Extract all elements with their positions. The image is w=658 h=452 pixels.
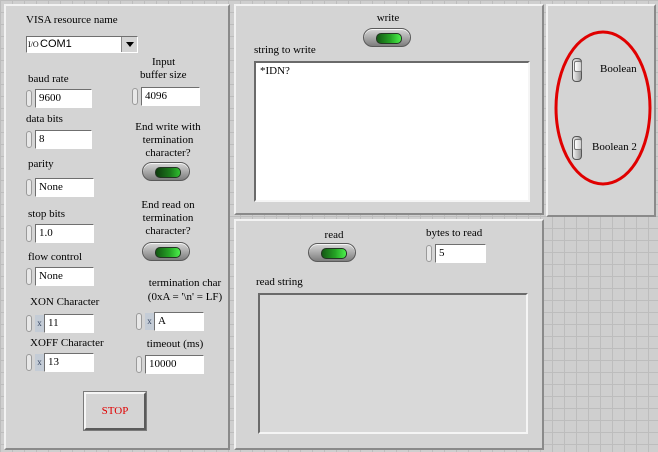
spinner-arrows-icon[interactable]	[24, 314, 34, 333]
boolean-2-label: Boolean 2	[592, 141, 637, 153]
input-buffer-control[interactable]: 4096	[130, 87, 202, 106]
timeout-label: timeout (ms)	[146, 338, 204, 350]
bytes-to-read-label: bytes to read	[426, 227, 483, 239]
read-string-label: read string	[256, 276, 303, 288]
termination-char-label-1: termination char	[148, 277, 222, 289]
flow-control-label: flow control	[28, 251, 83, 263]
end-read-toggle[interactable]	[142, 242, 190, 261]
input-buffer-field[interactable]: 4096	[141, 87, 200, 106]
write-panel: write string to write *IDN?	[234, 4, 544, 215]
baud-rate-label: baud rate	[28, 73, 69, 85]
flow-control-field[interactable]: None	[35, 267, 94, 286]
xoff-label: XOFF Character	[30, 337, 104, 349]
string-to-write-label: string to write	[254, 44, 316, 56]
end-write-label-1: End write with	[135, 121, 201, 133]
boolean-panel: Boolean Boolean 2	[546, 4, 656, 217]
hex-display-icon: x	[35, 315, 44, 332]
spinner-arrows-icon[interactable]	[130, 87, 140, 106]
stop-bits-label: stop bits	[28, 208, 65, 220]
read-button[interactable]	[308, 243, 356, 262]
switch-knob-icon	[574, 139, 582, 150]
stop-bits-control[interactable]: 1.0	[24, 224, 96, 243]
xoff-field[interactable]: 13	[44, 353, 94, 372]
xoff-control[interactable]: x 13	[24, 353, 94, 372]
termination-char-control[interactable]: x A	[134, 312, 204, 331]
timeout-control[interactable]: 10000	[134, 355, 206, 374]
input-buffer-label-1: Input	[152, 56, 176, 68]
boolean-2-switch[interactable]	[572, 136, 582, 160]
end-write-toggle[interactable]	[142, 162, 190, 181]
chevron-down-icon[interactable]	[121, 37, 137, 52]
visa-resource-value: COM1	[40, 38, 72, 50]
stop-button-label: STOP	[101, 405, 129, 417]
serial-config-panel: VISA resource name I/O COM1 baud rate 96…	[4, 4, 230, 450]
stop-bits-field[interactable]: 1.0	[35, 224, 94, 243]
spinner-arrows-icon[interactable]	[134, 355, 144, 374]
spinner-arrows-icon[interactable]	[24, 89, 34, 108]
parity-control[interactable]: None	[24, 178, 96, 197]
spinner-arrows-icon[interactable]	[134, 312, 144, 331]
hex-display-icon: x	[35, 354, 44, 371]
write-button[interactable]	[363, 28, 411, 47]
read-string-field	[258, 293, 528, 434]
end-write-label-3: character?	[145, 147, 191, 159]
spinner-arrows-icon[interactable]	[24, 267, 34, 286]
write-button-label: write	[376, 12, 400, 24]
end-write-label-2: termination	[142, 134, 194, 146]
spinner-arrows-icon[interactable]	[24, 178, 34, 197]
led-indicator-icon	[376, 33, 402, 44]
baud-rate-control[interactable]: 9600	[24, 89, 94, 108]
led-indicator-icon	[155, 167, 181, 178]
parity-field[interactable]: None	[35, 178, 94, 197]
spinner-arrows-icon[interactable]	[24, 353, 34, 372]
timeout-field[interactable]: 10000	[145, 355, 204, 374]
input-buffer-label-2: buffer size	[140, 69, 187, 81]
visa-resource-select[interactable]: I/O COM1	[26, 36, 138, 53]
visa-resource-label: VISA resource name	[26, 14, 118, 26]
io-icon: I/O	[28, 40, 39, 49]
led-indicator-icon	[321, 248, 347, 259]
xon-control[interactable]: x 11	[24, 314, 94, 333]
parity-label: parity	[28, 158, 54, 170]
hex-display-icon: x	[145, 313, 154, 330]
boolean-1-label: Boolean	[600, 63, 637, 75]
read-panel: read bytes to read 5 read string	[234, 219, 544, 450]
termination-char-label-2: (0xA = '\n' = LF)	[147, 291, 223, 303]
data-bits-field[interactable]: 8	[35, 130, 92, 149]
spinner-arrows-icon[interactable]	[24, 130, 34, 149]
switch-knob-icon	[574, 61, 582, 72]
spinner-arrows-icon[interactable]	[24, 224, 34, 243]
baud-rate-field[interactable]: 9600	[35, 89, 92, 108]
data-bits-label: data bits	[26, 113, 63, 125]
end-read-label-2: termination	[142, 212, 194, 224]
data-bits-control[interactable]: 8	[24, 130, 94, 149]
bytes-to-read-field[interactable]: 5	[435, 244, 486, 263]
spinner-arrows-icon[interactable]	[424, 244, 434, 263]
xon-field[interactable]: 11	[44, 314, 94, 333]
string-to-write-field[interactable]: *IDN?	[254, 61, 530, 202]
stop-button[interactable]: STOP	[84, 392, 146, 430]
end-read-label-3: character?	[145, 225, 191, 237]
string-to-write-value: *IDN?	[260, 65, 290, 77]
bytes-to-read-control[interactable]: 5	[424, 244, 488, 263]
end-read-label-1: End read on	[141, 199, 195, 211]
flow-control-control[interactable]: None	[24, 267, 96, 286]
boolean-1-switch[interactable]	[572, 58, 582, 82]
read-button-label: read	[324, 229, 344, 241]
termination-char-field[interactable]: A	[154, 312, 204, 331]
xon-label: XON Character	[30, 296, 100, 308]
led-indicator-icon	[155, 247, 181, 258]
